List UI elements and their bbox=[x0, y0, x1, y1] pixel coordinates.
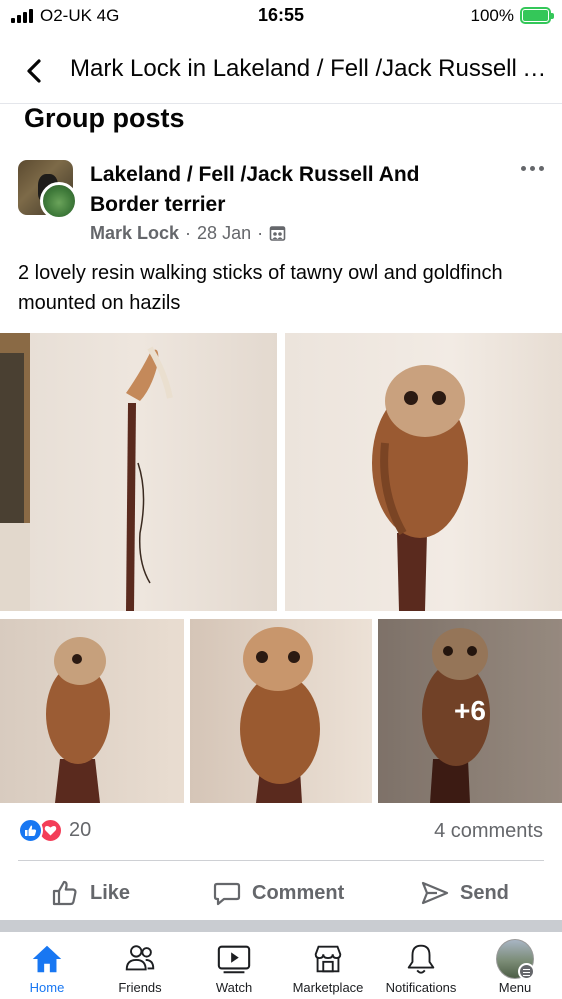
owl-front-image bbox=[240, 627, 320, 803]
group-name-link[interactable]: Lakeland / Fell /Jack Russell And Border… bbox=[90, 160, 490, 220]
send-label: Send bbox=[460, 881, 509, 904]
tab-watch[interactable]: Watch bbox=[194, 932, 274, 999]
post-photo-owl-left[interactable] bbox=[0, 619, 184, 803]
thumbs-up-icon bbox=[52, 880, 77, 906]
feed-separator bbox=[0, 920, 562, 932]
watch-icon bbox=[215, 940, 253, 978]
comment-button[interactable]: Comment bbox=[212, 875, 344, 911]
friends-icon bbox=[121, 940, 159, 978]
like-label: Like bbox=[90, 881, 131, 904]
section-title: Group posts bbox=[24, 103, 185, 133]
author-name-link[interactable]: Mark Lock bbox=[90, 223, 179, 244]
more-horizontal-icon bbox=[520, 165, 526, 171]
author-avatar[interactable] bbox=[40, 182, 78, 220]
chevron-left-icon bbox=[27, 59, 41, 83]
home-icon bbox=[28, 940, 66, 978]
top-header: Mark Lock in Lakeland / Fell /Jack Russe… bbox=[0, 40, 562, 104]
owl-stick-image bbox=[372, 365, 468, 611]
comment-icon bbox=[213, 882, 241, 906]
owl-left-image bbox=[46, 637, 110, 803]
tab-home[interactable]: Home bbox=[7, 932, 87, 999]
tab-label: Watch bbox=[215, 980, 253, 995]
post-date[interactable]: 28 Jan bbox=[197, 223, 251, 244]
menu-lines-icon bbox=[518, 963, 535, 980]
meta-separator: · bbox=[257, 223, 264, 243]
tab-label: Marketplace bbox=[292, 980, 364, 995]
goldfinch-stick-image bbox=[0, 333, 173, 611]
bell-icon bbox=[402, 940, 440, 978]
tab-friends[interactable]: Friends bbox=[100, 932, 180, 999]
menu-avatar-icon bbox=[496, 939, 535, 980]
post-photo-owl-stick[interactable] bbox=[285, 333, 562, 611]
tab-menu[interactable]: Menu bbox=[476, 932, 554, 999]
more-photos-count: +6 bbox=[378, 619, 562, 803]
comments-count-link[interactable]: 4 comments bbox=[434, 820, 543, 843]
tab-label: Notifications bbox=[385, 980, 457, 995]
reaction-count: 20 bbox=[69, 819, 92, 841]
status-bar: O2-UK 4G 16:55 100% bbox=[0, 0, 562, 34]
group-audience-icon bbox=[269, 226, 286, 241]
marketplace-icon bbox=[309, 940, 347, 978]
post-photo-owl-front[interactable] bbox=[190, 619, 372, 803]
tab-label: Menu bbox=[498, 980, 532, 995]
post-text: 2 lovely resin walking sticks of tawny o… bbox=[18, 262, 503, 314]
post-more-options-button[interactable] bbox=[516, 156, 548, 180]
page-title: Mark Lock in Lakeland / Fell /Jack Russe… bbox=[70, 55, 550, 82]
meta-separator: · bbox=[185, 223, 192, 243]
tab-marketplace[interactable]: Marketplace bbox=[284, 932, 372, 999]
post-photo-owl-more[interactable]: +6 bbox=[378, 619, 562, 803]
divider bbox=[18, 860, 544, 861]
send-icon bbox=[421, 881, 449, 905]
tab-label: Home bbox=[29, 980, 65, 995]
like-button[interactable]: Like bbox=[50, 875, 130, 911]
reactions-summary[interactable]: 20 bbox=[18, 818, 91, 843]
battery-percentage: 100% bbox=[470, 6, 514, 25]
comment-label: Comment bbox=[252, 881, 345, 904]
back-button[interactable] bbox=[18, 54, 52, 88]
battery-icon bbox=[520, 7, 554, 24]
tab-notifications[interactable]: Notifications bbox=[376, 932, 466, 999]
bottom-tab-bar: Home Friends Watch Marketplace Notificat… bbox=[0, 932, 562, 999]
post-meta: Mark Lock · 28 Jan · bbox=[90, 223, 286, 244]
post-photo-goldfinch-stick[interactable] bbox=[0, 333, 277, 611]
tab-label: Friends bbox=[118, 980, 162, 995]
like-reaction-icon bbox=[18, 818, 43, 843]
send-button[interactable]: Send bbox=[420, 875, 509, 911]
